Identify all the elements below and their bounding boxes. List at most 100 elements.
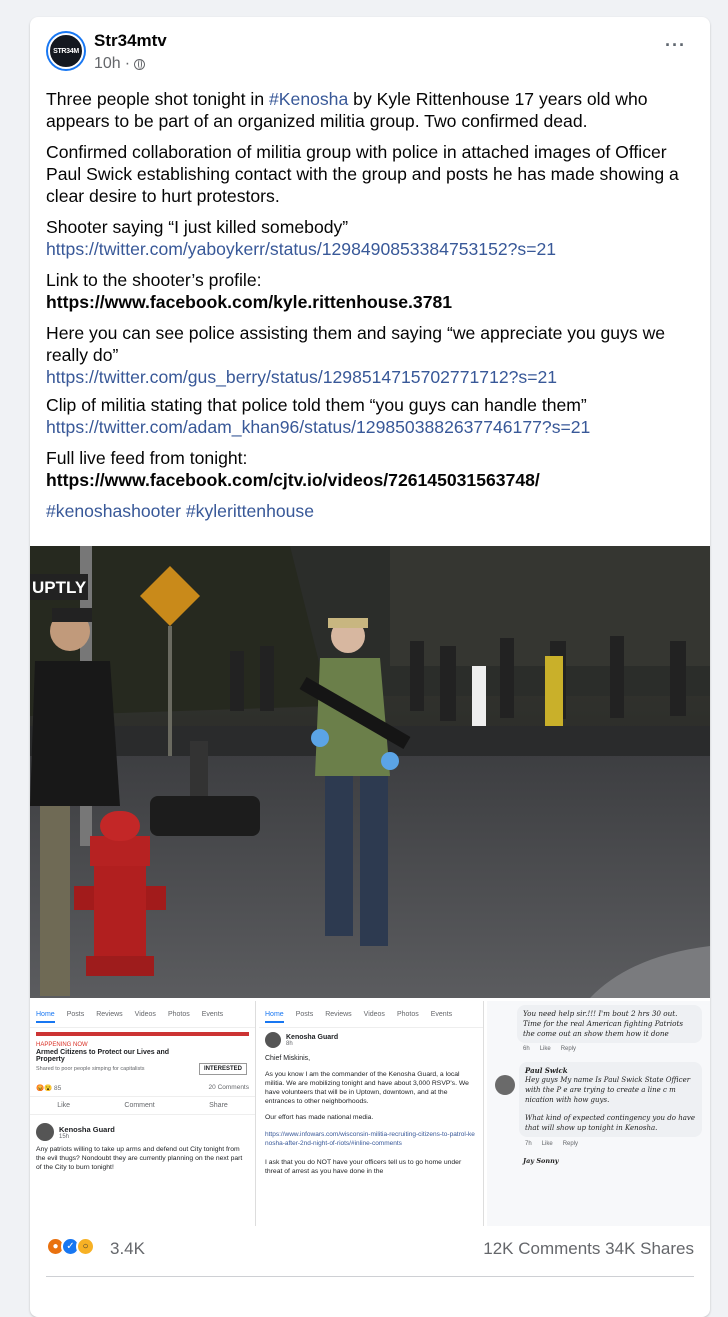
reaction-count[interactable]: 3.4K [110, 1239, 145, 1259]
facebook-video-link[interactable]: https://www.facebook.com/cjtv.io/videos/… [46, 470, 540, 490]
post-stats: 12K Comments 34K Shares [483, 1239, 694, 1259]
twitter-link-1[interactable]: https://twitter.com/yaboykerr/status/129… [46, 239, 556, 259]
guard-time: 15h [59, 1133, 70, 1140]
comment-2-name: Paul Swick [525, 1066, 568, 1075]
twitter-link-2[interactable]: https://twitter.com/gus_berry/status/129… [46, 367, 557, 387]
tab-home-2: Home [265, 1011, 284, 1023]
hashtag-kenosha[interactable]: #Kenosha [269, 89, 348, 109]
tab-reviews-2: Reviews [325, 1011, 352, 1018]
comment-3-name: Jay Sonny [523, 1157, 559, 1165]
guard-post-header: Kenosha Guard 15h [30, 1115, 255, 1143]
letter-header: Kenosha Guard 8h [259, 1028, 483, 1052]
comment-1-reply: Reply [560, 1046, 577, 1052]
comment-2-reply: Reply [562, 1141, 579, 1147]
comment-count[interactable]: 12K Comments [483, 1239, 600, 1258]
letter-poster: Kenosha Guard [286, 1033, 339, 1041]
hashtag-kenoshashooter[interactable]: #kenoshashooter [46, 501, 181, 521]
event-banner [36, 1032, 249, 1036]
collage-pane-comments: You need help sir.!!! I'm bout 2 hrs 30 … [487, 1001, 710, 1226]
post-paragraph-2: Confirmed collaboration of militia group… [46, 142, 679, 206]
p6-text: Clip of militia stating that police told… [46, 395, 587, 415]
tab-videos: Videos [134, 1011, 156, 1018]
letter-time: 8h [286, 1040, 293, 1047]
comment-1-time: 6h [523, 1046, 530, 1052]
tab-posts: Posts [66, 1011, 85, 1018]
author-name[interactable]: Str34mtv [94, 31, 167, 51]
twitter-link-3[interactable]: https://twitter.com/adam_khan96/status/1… [46, 417, 590, 437]
tab-videos-2: Videos [363, 1011, 385, 1018]
comment-2-actions: 7h Like Reply [525, 1141, 710, 1147]
p7-text: Full live feed from tonight: [46, 448, 248, 468]
more-options-icon[interactable]: ··· [665, 35, 686, 56]
collage-pane-letter: Home Posts Reviews Videos Photos Events … [259, 1001, 484, 1226]
reaction-icons[interactable]: ● ✓ ○ [46, 1237, 95, 1256]
p4-text: Link to the shooter’s profile: [46, 270, 262, 290]
post-text: Three people shot tonight in #Kenosha by… [46, 88, 696, 531]
globe-icon [134, 58, 146, 70]
post-time[interactable]: 10h [94, 55, 121, 73]
comment-2-text-2: What kind of expected contingency you do… [525, 1114, 695, 1132]
comment-2-like: Like [541, 1141, 553, 1147]
post-meta: 10h · [94, 55, 146, 73]
engagement-row: 😡😮 85 20 Comments [30, 1074, 255, 1096]
interested-button: INTERESTED [198, 1063, 247, 1075]
event-title: Armed Citizens to Protect our Lives and … [36, 1049, 170, 1063]
like-action: Like [57, 1102, 71, 1109]
facebook-profile-link[interactable]: https://www.facebook.com/kyle.rittenhous… [46, 292, 452, 312]
guard-post-text: Any patriots willing to take up arms and… [36, 1146, 243, 1171]
tab-photos-2: Photos [396, 1011, 419, 1018]
share-action: Share [209, 1102, 228, 1109]
comment-1-like: Like [539, 1046, 551, 1052]
comment-1-text: You need help sir.!!! I'm bout 2 hrs 30 … [517, 1005, 702, 1043]
event-comment-count: 20 Comments [208, 1084, 249, 1091]
tab-reviews: Reviews [96, 1011, 123, 1018]
share-count[interactable]: 34K Shares [605, 1239, 694, 1258]
collage-pane-event: Home Posts Reviews Videos Photos Events … [30, 1001, 256, 1226]
action-row: Like Comment Share [30, 1096, 255, 1115]
post-hashtags: #kenoshashooter #kylerittenhouse [46, 500, 696, 522]
screenshot-collage[interactable]: Home Posts Reviews Videos Photos Events … [30, 1001, 710, 1226]
wow-reaction-icon: ○ [76, 1237, 95, 1256]
page-tabs-2: Home Posts Reviews Videos Photos Events [259, 1001, 483, 1028]
author-avatar[interactable]: STR34M [46, 31, 86, 71]
p5-text: Here you can see police assisting them a… [46, 323, 666, 365]
tab-posts-2: Posts [295, 1011, 314, 1018]
post-card: STR34M Str34mtv 10h · ··· Three people s… [30, 17, 710, 1317]
p3-text: Shooter saying “I just killed somebody” [46, 217, 349, 237]
event-like-count: 85 [54, 1085, 62, 1092]
guard-name: Kenosha Guard [59, 1124, 115, 1134]
p1-text: Three people shot tonight in [46, 89, 270, 109]
letter-para-1: As you know I am the commander of the Ke… [265, 1071, 469, 1105]
event-likes: 😡😮 85 [36, 1085, 62, 1092]
post-paragraph-1: Three people shot tonight in #Kenosha by… [46, 88, 696, 132]
swick-avatar [495, 1075, 515, 1095]
comment-1-actions: 6h Like Reply [523, 1046, 710, 1052]
letter-para-3: I ask that you do NOT have your officers… [265, 1159, 462, 1175]
footer-divider [46, 1276, 694, 1277]
hashtag-kylerittenhouse[interactable]: #kylerittenhouse [186, 501, 314, 521]
post-paragraph-4: Link to the shooter’s profile: https://w… [46, 269, 696, 313]
avatar-logo: STR34M [48, 33, 84, 69]
post-footer: ● ✓ ○ 3.4K 12K Comments 34K Shares [30, 1226, 710, 1296]
photo-watermark: UPTLY [32, 578, 87, 597]
letter-salutation: Chief Miskinis, [265, 1055, 311, 1062]
comment-2-text: Hey guys My name Is Paul Swick State Off… [525, 1076, 691, 1104]
tab-events: Events [201, 1011, 224, 1018]
tab-events-2: Events [430, 1011, 453, 1018]
comment-action: Comment [124, 1102, 155, 1109]
post-paragraph-6: Clip of militia stating that police told… [46, 394, 696, 438]
post-paragraph-5: Here you can see police assisting them a… [46, 322, 696, 388]
tab-home: Home [36, 1011, 55, 1023]
comment-2-time: 7h [525, 1141, 532, 1147]
street-scene-image: UPTLY [30, 546, 710, 998]
letter-para-2: Our effort has made national media. [265, 1114, 374, 1121]
meta-separator: · [124, 55, 131, 72]
comment-2-bubble: Paul Swick Hey guys My name Is Paul Swic… [519, 1062, 702, 1137]
main-photo[interactable]: UPTLY [30, 546, 710, 998]
post-paragraph-3: Shooter saying “I just killed somebody” … [46, 216, 696, 260]
tab-photos: Photos [167, 1011, 190, 1018]
post-header: STR34M Str34mtv 10h · ··· [46, 31, 694, 77]
page-tabs: Home Posts Reviews Videos Photos Events [30, 1001, 255, 1028]
guard-avatar [36, 1123, 54, 1141]
letter-avatar [265, 1032, 281, 1048]
